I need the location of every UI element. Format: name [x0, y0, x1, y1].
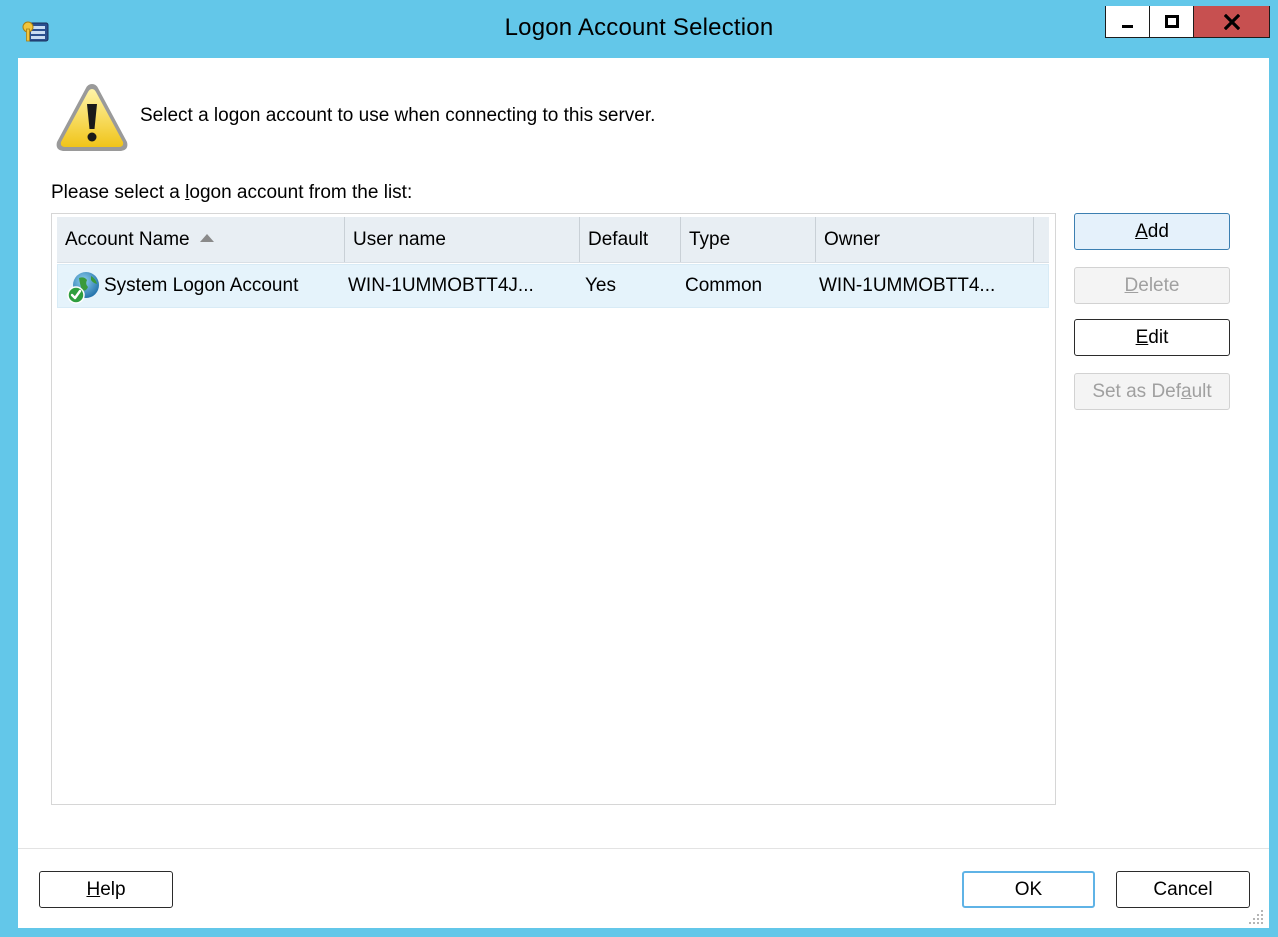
minimize-icon: [1121, 24, 1133, 28]
list-header: Account Name User name Default Type Owne…: [57, 217, 1049, 263]
edit-button[interactable]: Edit: [1074, 319, 1230, 356]
title-bar[interactable]: Logon Account Selection: [0, 0, 1278, 58]
cell-user-name: WIN-1UMMOBTT4J...: [348, 275, 534, 296]
column-label: Default: [588, 229, 649, 250]
column-header-account-name[interactable]: Account Name: [57, 217, 345, 262]
list-label: Please select a logon account from the l…: [51, 182, 413, 203]
column-header-user-name[interactable]: User name: [345, 217, 580, 262]
resize-grip-icon[interactable]: [1249, 908, 1265, 924]
warning-icon: [56, 84, 128, 151]
table-row[interactable]: System Logon Account WIN-1UMMOBTT4J... Y…: [57, 264, 1049, 308]
globe-check-icon: [67, 272, 99, 304]
minimize-button[interactable]: [1105, 6, 1149, 38]
column-header-owner[interactable]: Owner: [816, 217, 1034, 262]
column-label: User name: [353, 229, 446, 250]
help-button[interactable]: Help: [39, 871, 173, 908]
cell-owner: WIN-1UMMOBTT4...: [819, 275, 996, 296]
cell-account-name: System Logon Account: [104, 275, 299, 296]
close-icon: [1223, 13, 1240, 30]
close-button[interactable]: [1193, 6, 1270, 38]
cell-type: Common: [685, 275, 763, 296]
cell-default: Yes: [585, 275, 616, 296]
dialog-body: Select a logon account to use when conne…: [18, 58, 1269, 928]
intro-message: Select a logon account to use when conne…: [140, 105, 656, 126]
column-header-type[interactable]: Type: [681, 217, 816, 262]
account-list[interactable]: Account Name User name Default Type Owne…: [51, 213, 1056, 805]
maximize-button[interactable]: [1149, 6, 1193, 38]
column-header-default[interactable]: Default: [580, 217, 681, 262]
sort-ascending-icon: [199, 233, 214, 242]
cancel-button[interactable]: Cancel: [1116, 871, 1250, 908]
footer-divider: [18, 848, 1269, 849]
set-as-default-button[interactable]: Set as Default: [1074, 373, 1230, 410]
window-title: Logon Account Selection: [504, 14, 774, 41]
ok-button[interactable]: OK: [962, 871, 1095, 908]
dialog-window: Logon Account Selection Select a logon a…: [0, 0, 1278, 937]
column-label: Owner: [824, 229, 880, 250]
delete-button[interactable]: Delete: [1074, 267, 1230, 304]
add-button[interactable]: Add: [1074, 213, 1230, 250]
column-label: Account Name: [65, 229, 190, 250]
column-label: Type: [689, 229, 731, 250]
maximize-icon: [1164, 14, 1179, 28]
